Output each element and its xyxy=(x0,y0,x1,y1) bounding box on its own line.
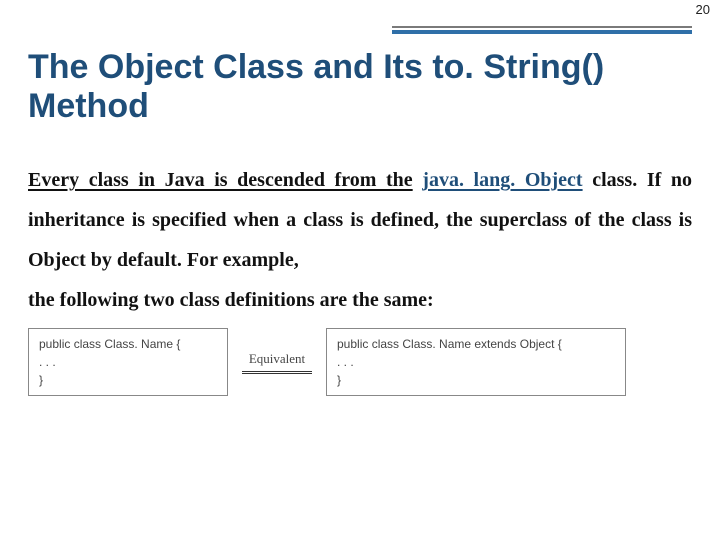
equivalence-middle: Equivalent xyxy=(242,351,312,374)
underlined-class-link: java. lang. Object xyxy=(422,169,582,191)
underlined-lead: Every class in Java is descended from th… xyxy=(28,169,413,191)
header-rule xyxy=(392,26,692,34)
code-box-left: public class Class. Name { . . . } xyxy=(28,328,228,396)
equivalence-double-rule xyxy=(242,371,312,374)
code-line: . . . xyxy=(39,353,217,371)
slide-title: The Object Class and Its to. String() Me… xyxy=(28,48,692,126)
code-box-right: public class Class. Name extends Object … xyxy=(326,328,626,396)
code-line: } xyxy=(39,371,217,389)
slide: 20 The Object Class and Its to. String()… xyxy=(0,0,720,540)
equivalent-label: Equivalent xyxy=(249,351,305,367)
header-rule-thin xyxy=(392,26,692,28)
code-line: public class Class. Name extends Object … xyxy=(337,335,615,353)
code-line: public class Class. Name { xyxy=(39,335,217,353)
header-rule-thick xyxy=(392,30,692,34)
code-line: . . . xyxy=(337,353,615,371)
code-line: } xyxy=(337,371,615,389)
page-number: 20 xyxy=(696,2,710,17)
equivalence-row: public class Class. Name { . . . } Equiv… xyxy=(28,328,692,396)
body-line-2: the following two class definitions are … xyxy=(28,289,434,311)
body-paragraph: Every class in Java is descended from th… xyxy=(28,160,692,320)
